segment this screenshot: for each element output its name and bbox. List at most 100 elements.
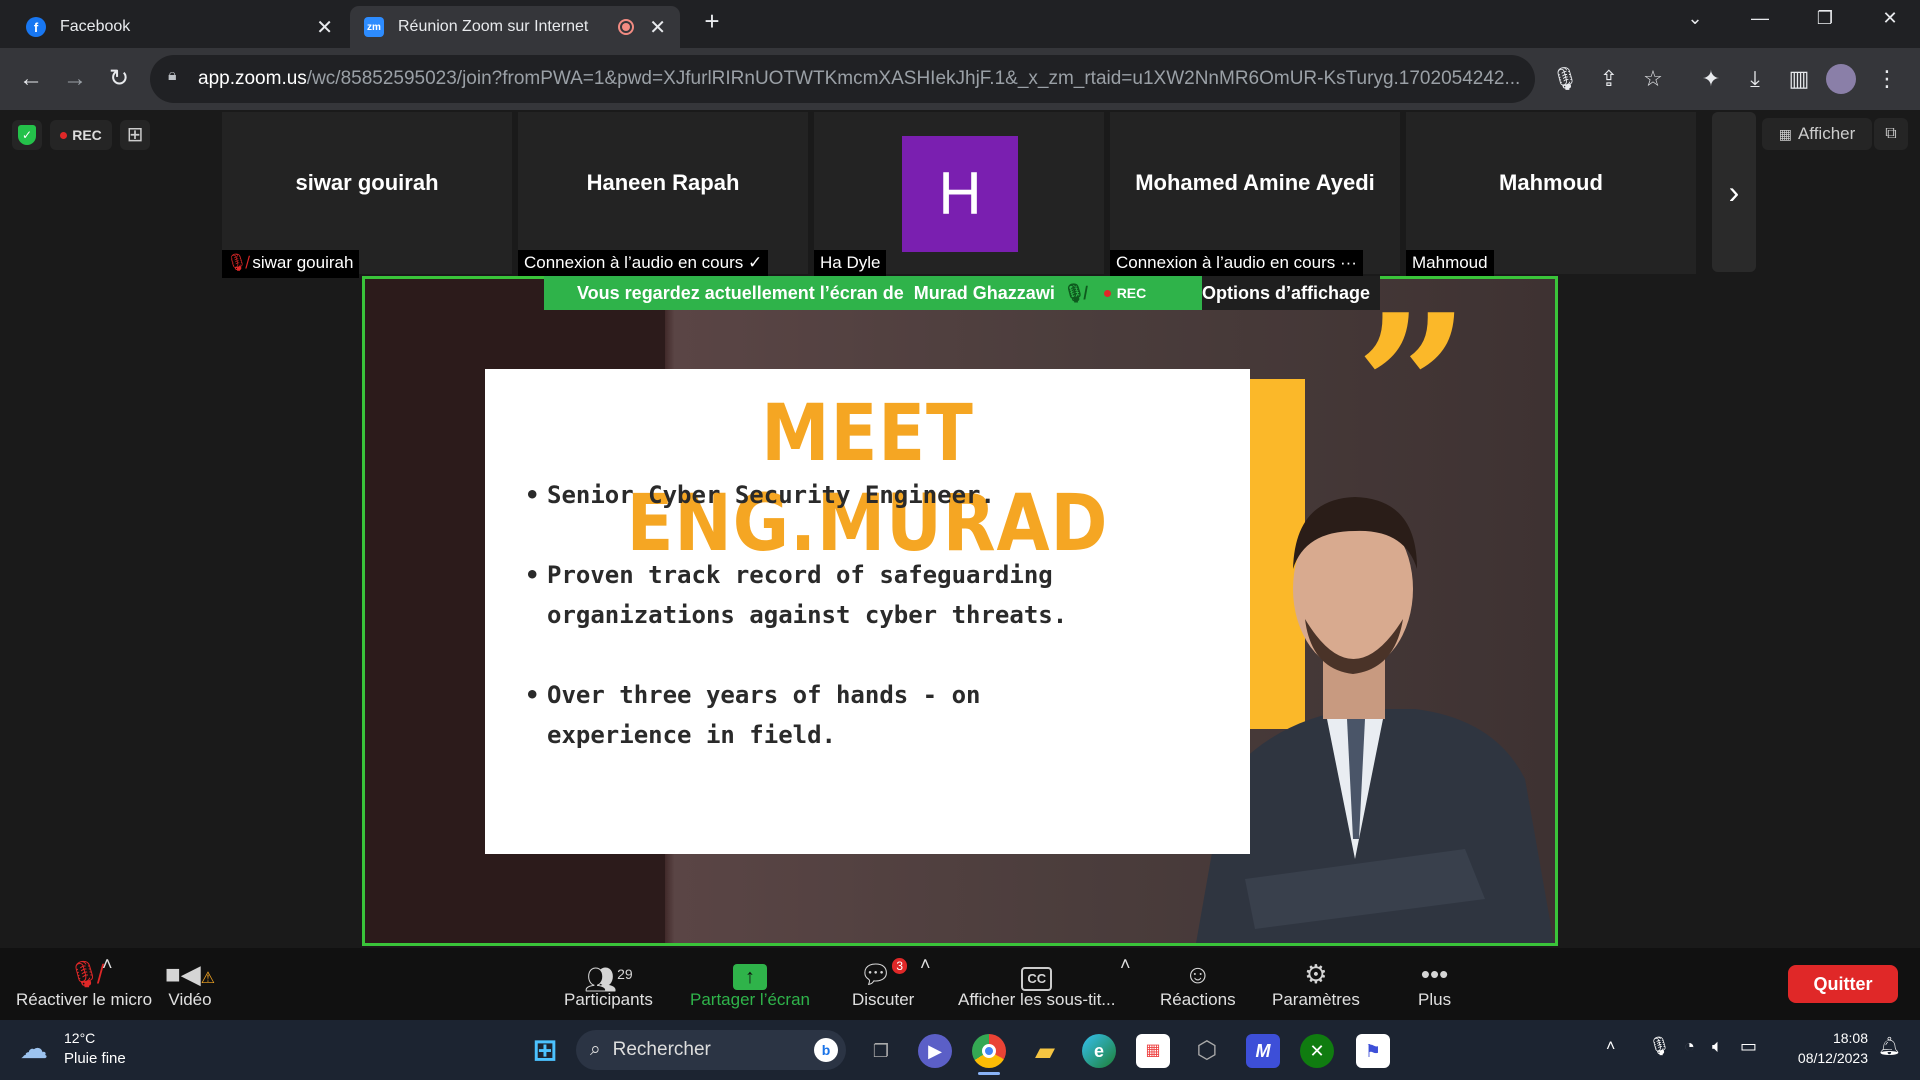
mic-label: Réactiver le micro [16,990,153,1009]
address-bar[interactable]: 🔒︎ app.zoom.us/wc/85852595023/join?fromP… [150,55,1535,103]
meeting-controls: 🎙︎̸ Réactiver le micro ˄ ■◀⚠ Vidéo 👥︎29 … [0,948,1920,1020]
screen-share-banner: Vous regardez actuellement l’écran de Mu… [544,276,1202,310]
next-page-chevron-icon[interactable]: › [1712,112,1756,272]
back-arrow-icon[interactable]: ← [14,62,48,96]
participant-name: Haneen Rapah [586,170,740,195]
zoom-icon: zm [364,17,384,37]
teams-chat-icon[interactable]: ▶ [918,1034,952,1068]
mic-options-chevron-icon[interactable]: ˄ [102,954,113,975]
view-options-button[interactable]: Options d’affichage [1202,276,1380,310]
clock-time[interactable]: 18:08 [1780,1030,1868,1046]
restore-button[interactable]: ❐ [1805,8,1845,29]
more-dots-icon: ••• [1420,959,1449,989]
side-panel-icon[interactable]: ▥ [1782,62,1816,96]
share-screen-button[interactable]: ↑ Partager l’écran [690,958,810,1010]
reactions-button[interactable]: ☺ Réactions [1160,958,1236,1010]
slide-bullet: Over three years of hands - onexperience… [525,675,981,755]
chat-icon: 💬︎ 3 [852,958,914,990]
settings-button[interactable]: ⚙ Paramètres [1272,958,1360,1010]
captions-options-chevron-icon[interactable]: ˄ [1120,954,1131,975]
presenter-name: Murad Ghazzawi [913,282,1055,303]
video-button[interactable]: ■◀⚠ Vidéo [165,958,215,1010]
record-dot-icon [60,131,68,139]
volume-icon[interactable]: 🔈︎ [1712,1036,1723,1057]
captions-button[interactable]: CC Afficher les sous-tit... [958,958,1115,1010]
app-m-icon[interactable]: M [1246,1034,1280,1068]
notification-bell-icon[interactable]: 🔔︎ [1878,1036,1901,1057]
task-view-icon[interactable]: ❐ [864,1034,898,1068]
microphone-icon[interactable]: 🎙︎ [1648,1036,1671,1057]
app-flag-icon[interactable]: ⚑ [1356,1034,1390,1068]
participant-tile[interactable]: siwar gouirah 🎙︎̸ siwar gouirah [222,112,512,278]
participants-button[interactable]: 👥︎29 Participants [564,958,653,1010]
lock-icon: 🔒︎ [168,67,177,84]
file-explorer-icon[interactable]: ▰ [1028,1034,1062,1068]
participant-label: Mahmoud [1406,250,1494,278]
unmute-button[interactable]: 🎙︎̸ Réactiver le micro [16,958,152,1010]
participant-tile[interactable]: Haneen Rapah Connexion à l’audio en cour… [518,112,808,278]
weather-temperature: 12°C [64,1030,96,1046]
extensions-icon[interactable]: ✦ [1694,62,1728,96]
edge-icon[interactable]: e [1082,1034,1116,1068]
xbox-icon[interactable]: ✕ [1300,1034,1334,1068]
fullscreen-icon[interactable]: ⧉ [1874,118,1908,150]
reload-icon[interactable]: ↻ [102,62,136,96]
tab-facebook[interactable]: f Facebook ✕ [12,6,347,48]
gallery-grid-icon[interactable]: ⊞ [120,120,150,150]
chat-button[interactable]: 💬︎ 3 Discuter [852,958,914,1010]
participant-tile[interactable]: Mahmoud Mahmoud [1406,112,1696,278]
close-tab-icon[interactable]: ✕ [649,15,666,40]
captions-label: Afficher les sous-tit... [958,990,1116,1009]
participant-name: siwar gouirah [295,170,439,195]
share-icon[interactable]: ⇪ [1592,62,1626,96]
close-tab-icon[interactable]: ✕ [316,15,333,40]
url-host: app.zoom.us [198,68,307,89]
zoom-meeting-area: ✓ REC ⊞ siwar gouirah 🎙︎̸ siwar gouirah … [0,110,1920,948]
chat-options-chevron-icon[interactable]: ˄ [920,954,931,975]
video-label: Vidéo [168,990,212,1009]
minimize-button[interactable]: — [1740,8,1780,29]
forward-arrow-icon[interactable]: → [58,62,92,96]
weather-cloud-icon[interactable]: ☁ [20,1032,48,1065]
active-app-indicator [978,1072,1000,1075]
reactions-label: Réactions [1160,990,1236,1009]
url-path: /wc/85852595023/join?fromPWA=1&pwd=XJfur… [306,68,1521,89]
menu-icon[interactable]: ⋮ [1870,62,1904,96]
store-icon[interactable]: ▦ [1136,1034,1170,1068]
encryption-shield-icon[interactable]: ✓ [12,120,42,150]
chat-badge: 3 [892,958,908,974]
more-button[interactable]: ••• Plus [1418,958,1451,1010]
weather-description: Pluie fine [64,1050,126,1067]
share-label: Partager l’écran [690,990,811,1009]
windows-start-icon[interactable]: ⊞ [528,1034,562,1068]
view-button[interactable]: ▦ Afficher [1762,118,1872,150]
download-icon[interactable]: ⤓ [1738,62,1772,96]
wifi-icon[interactable]: ◔ [1684,1036,1695,1057]
quit-button[interactable]: Quitter [1788,965,1898,1003]
windows-taskbar: ☁ 12°C Pluie fine ⊞ ⌕ Rechercher b ❐ ▶ ▰… [0,1020,1920,1080]
new-tab-button[interactable]: + [692,6,732,37]
participant-tile[interactable]: H Ha Dyle [814,112,1104,278]
battery-icon[interactable]: ▭ [1740,1036,1757,1057]
show-hidden-icons-chevron-icon[interactable]: ˄ [1606,1038,1615,1056]
browser-toolbar: ← → ↻ 🔒︎ app.zoom.us/wc/85852595023/join… [0,48,1920,110]
tab-search-icon[interactable]: ⌄ [1675,8,1715,29]
participant-tile[interactable]: Mohamed Amine Ayedi Connexion à l’audio … [1110,112,1400,278]
chrome-icon[interactable] [972,1034,1006,1068]
participants-icon: 👥︎29 [584,964,633,995]
facebook-icon: f [26,17,46,37]
app-hexagon-icon[interactable]: ⬡ [1190,1034,1224,1068]
tab-zoom[interactable]: zm Réunion Zoom sur Internet ✕ [350,6,680,48]
participant-name: Mohamed Amine Ayedi [1135,170,1375,195]
muted-mic-icon: 🎙︎̸ [67,959,101,989]
close-window-button[interactable]: ✕ [1870,8,1910,29]
participant-label: 🎙︎̸ siwar gouirah [222,250,360,278]
taskbar-search-box[interactable]: ⌕ Rechercher b [576,1030,846,1070]
profile-avatar[interactable] [1826,64,1856,94]
microphone-icon[interactable]: 🎙︎ [1548,62,1582,96]
participants-label: Participants [564,990,653,1009]
bookmark-star-icon[interactable]: ☆ [1636,62,1670,96]
recording-badge[interactable]: REC [50,120,112,150]
clock-date[interactable]: 08/12/2023 [1780,1050,1868,1066]
muted-mic-icon: 🎙︎̸ [1062,282,1086,303]
